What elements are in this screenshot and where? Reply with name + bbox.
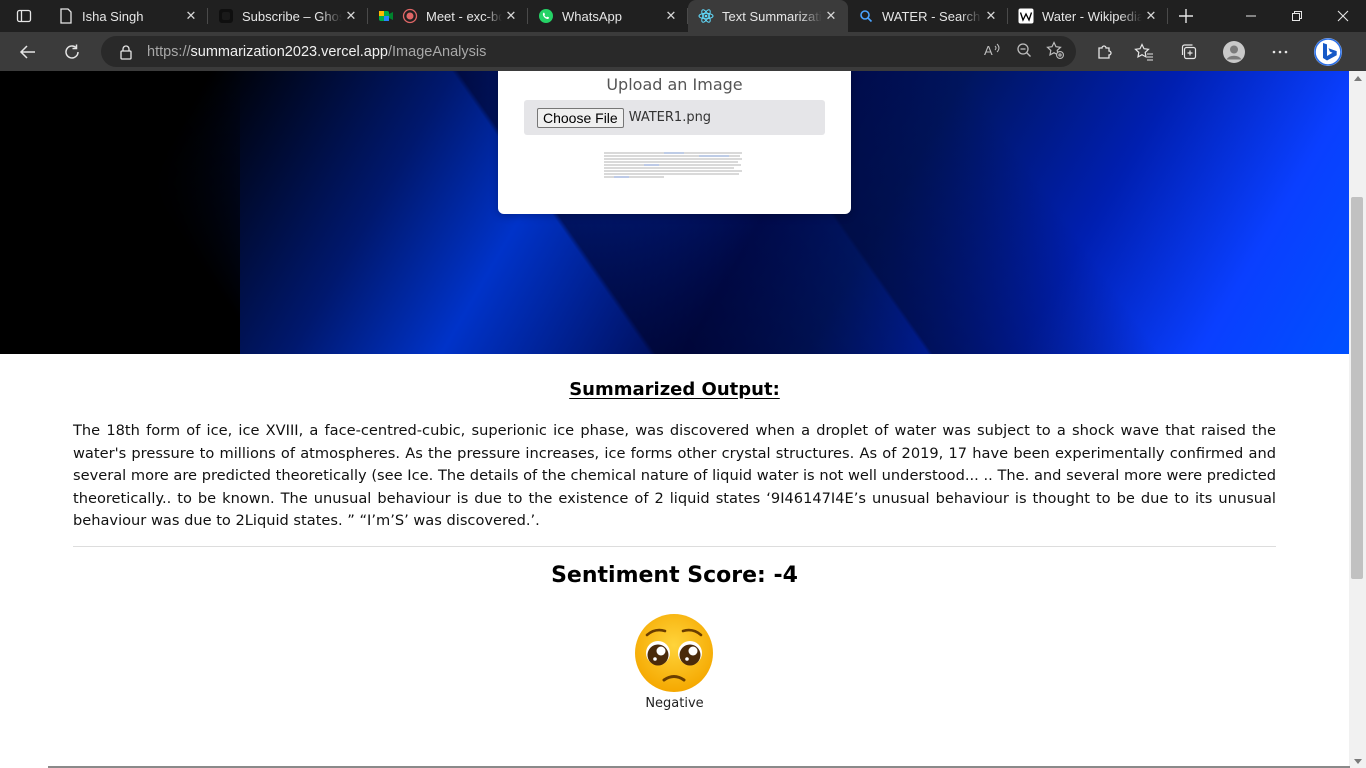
close-icon[interactable]: ✕ <box>502 7 520 25</box>
url-scheme: https:// <box>147 43 191 60</box>
avatar <box>1223 40 1245 63</box>
upload-card: Upload an Image Choose File WATER1.png <box>498 71 851 214</box>
minimize-icon <box>1246 15 1256 17</box>
url-text: https://summarization2023.vercel.app/Ima… <box>147 44 486 60</box>
tab-meet[interactable]: Meet - exc-bqkm ✕ <box>368 0 528 32</box>
tab-strip: Isha Singh ✕ Subscribe – Ghost ✕ Meet - … <box>0 0 1366 32</box>
upload-title: Upload an Image <box>606 75 743 94</box>
whatsapp-icon <box>538 8 554 24</box>
refresh-button[interactable] <box>54 36 90 68</box>
page-viewport: Upload an Image Choose File WATER1.png S… <box>0 71 1349 768</box>
choose-file-button[interactable]: Choose File <box>537 107 624 128</box>
puzzle-icon <box>1097 44 1112 59</box>
wikipedia-icon <box>1018 8 1034 24</box>
tab-title: Water - Wikipedia <box>1042 8 1142 24</box>
tab-whatsapp[interactable]: WhatsApp ✕ <box>528 0 688 32</box>
pleading-face-icon <box>635 614 713 692</box>
restore-button[interactable] <box>1274 0 1320 32</box>
tab-title: Text Summarization <box>722 8 822 24</box>
collections-icon <box>1181 43 1197 59</box>
url-path: /ImageAnalysis <box>388 43 487 60</box>
close-icon[interactable]: ✕ <box>662 7 680 25</box>
collections-button[interactable] <box>1167 32 1211 71</box>
zoom-out-icon <box>1017 42 1031 57</box>
page-scrollbar[interactable] <box>1349 71 1366 768</box>
tab-isha-singh[interactable]: Isha Singh ✕ <box>48 0 208 32</box>
close-icon[interactable]: ✕ <box>1142 7 1160 25</box>
summary-heading: Summarized Output: <box>569 379 780 400</box>
read-aloud-icon: A <box>984 43 1000 58</box>
close-icon <box>1337 10 1349 22</box>
tab-water-search[interactable]: WATER - Search ✕ <box>848 0 1008 32</box>
tab-title: Subscribe – Ghost <box>242 8 342 24</box>
refresh-icon <box>65 44 79 59</box>
plus-icon <box>1179 9 1193 23</box>
read-aloud-button[interactable]: A <box>984 42 1002 62</box>
window-controls <box>1228 0 1366 32</box>
tab-actions-icon <box>16 9 32 23</box>
profile-button[interactable] <box>1211 32 1257 71</box>
lock-icon <box>120 44 132 60</box>
summary-text: The 18th form of ice, ice XVIII, a face-… <box>73 422 1276 530</box>
close-window-button[interactable] <box>1320 0 1366 32</box>
chevron-up-icon <box>1353 75 1362 81</box>
scrollbar-thumb[interactable] <box>1351 197 1363 579</box>
navigation-toolbar: https://summarization2023.vercel.app/Ima… <box>0 32 1366 71</box>
recording-icon <box>402 8 418 24</box>
favorites-button[interactable] <box>1121 32 1167 71</box>
star-add-icon <box>1046 40 1064 59</box>
ghost-icon <box>218 8 234 24</box>
tab-actions-button[interactable] <box>0 0 48 32</box>
svg-text:A: A <box>984 43 993 58</box>
file-input[interactable]: Choose File WATER1.png <box>524 100 825 135</box>
address-bar[interactable]: https://summarization2023.vercel.app/Ima… <box>101 36 1076 67</box>
tab-text-summarization[interactable]: Text Summarization ✕ <box>688 0 848 32</box>
bing-icon <box>1314 37 1342 66</box>
sentiment-score: Sentiment Score: -4 <box>551 563 798 588</box>
tab-title: WhatsApp <box>562 8 622 24</box>
search-icon <box>858 8 874 24</box>
meet-icon <box>378 8 394 24</box>
close-icon[interactable]: ✕ <box>982 7 1000 25</box>
tab-title: WATER - Search <box>882 8 981 24</box>
browser-toolbar <box>1088 32 1353 71</box>
close-icon[interactable]: ✕ <box>342 7 360 25</box>
sentiment-category: Negative <box>645 696 704 711</box>
uploaded-image-preview <box>604 152 742 178</box>
tab-water-wikipedia[interactable]: Water - Wikipedia ✕ <box>1008 0 1168 32</box>
settings-menu-button[interactable] <box>1257 32 1303 71</box>
more-icon <box>1272 50 1288 53</box>
scroll-down-button[interactable] <box>1349 754 1366 768</box>
chevron-down-icon <box>1353 758 1362 764</box>
new-tab-button[interactable] <box>1168 0 1204 32</box>
add-favorite-button[interactable] <box>1046 40 1064 63</box>
back-button[interactable] <box>10 36 46 68</box>
restore-icon <box>1292 11 1302 21</box>
tab-title: Meet - exc-bqkm <box>426 8 502 24</box>
extensions-button[interactable] <box>1088 32 1121 71</box>
close-icon[interactable]: ✕ <box>182 7 200 25</box>
url-host: summarization2023.vercel.app <box>190 43 388 60</box>
divider <box>73 546 1276 547</box>
minimize-button[interactable] <box>1228 0 1274 32</box>
close-icon[interactable]: ✕ <box>822 7 840 25</box>
tab-title: Isha Singh <box>82 8 144 24</box>
react-icon <box>698 8 714 24</box>
zoom-out-button[interactable] <box>1016 42 1032 62</box>
selected-file-name: WATER1.png <box>628 110 712 125</box>
tab-subscribe-ghost[interactable]: Subscribe – Ghost ✕ <box>208 0 368 32</box>
favorites-icon <box>1134 42 1153 61</box>
bing-chat-button[interactable] <box>1303 32 1353 71</box>
back-arrow-icon <box>19 45 35 59</box>
document-icon <box>58 8 74 24</box>
scroll-up-button[interactable] <box>1349 71 1366 85</box>
